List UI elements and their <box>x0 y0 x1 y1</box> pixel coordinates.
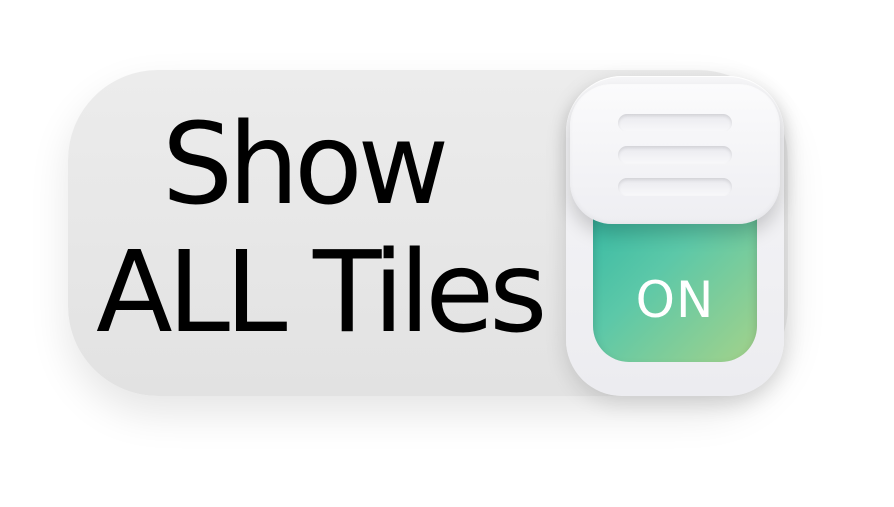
switch-state-text: ON <box>635 271 715 329</box>
toggle-label-line1: Show <box>162 100 449 230</box>
show-all-tiles-toggle[interactable]: Show ALL Tiles ON <box>0 0 894 507</box>
grip-line-icon <box>618 178 732 196</box>
grip-line-icon <box>618 146 732 164</box>
grip-lines-icon <box>618 114 732 132</box>
toggle-label-line2: ALL Tiles <box>96 228 547 358</box>
switch-knob[interactable] <box>570 84 780 224</box>
